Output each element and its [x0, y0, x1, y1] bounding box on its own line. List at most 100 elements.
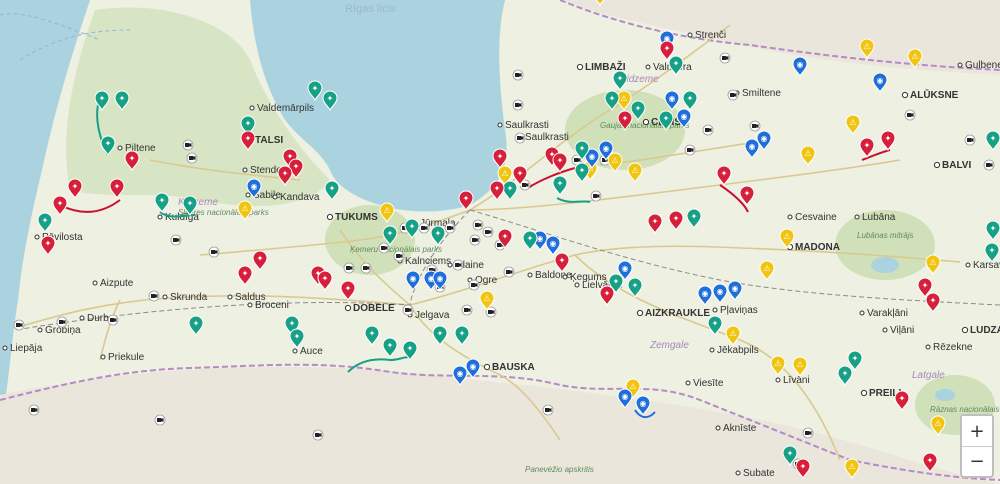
camera-icon[interactable] — [514, 132, 526, 144]
camera-icon[interactable] — [904, 109, 916, 121]
svg-text:◉: ◉ — [410, 274, 417, 283]
svg-text:✦: ✦ — [369, 329, 376, 338]
camera-icon[interactable] — [148, 290, 160, 302]
place-dot — [965, 262, 971, 268]
svg-text:✦: ✦ — [387, 229, 394, 238]
place-dot — [326, 213, 334, 221]
svg-text:✦: ✦ — [559, 256, 566, 265]
camera-icon[interactable] — [802, 427, 814, 439]
svg-text:✦: ✦ — [312, 84, 319, 93]
camera-icon[interactable] — [182, 139, 194, 151]
svg-text:⚠: ⚠ — [729, 329, 736, 338]
camera-icon[interactable] — [186, 152, 198, 164]
camera-icon[interactable] — [468, 279, 480, 291]
camera-icon[interactable] — [964, 134, 976, 146]
camera-icon[interactable] — [360, 262, 372, 274]
svg-text:⚠: ⚠ — [763, 264, 770, 273]
camera-icon[interactable] — [13, 319, 25, 331]
place-label: Gulbene — [965, 60, 1000, 71]
place-label: Aknīste — [723, 423, 757, 434]
svg-text:✦: ✦ — [42, 216, 49, 225]
place-label: Kandava — [280, 192, 320, 203]
place-label: Priekule — [108, 352, 145, 363]
svg-text:◉: ◉ — [717, 287, 724, 296]
svg-text:◉: ◉ — [251, 182, 258, 191]
camera-icon[interactable] — [727, 89, 739, 101]
camera-icon[interactable] — [719, 52, 731, 64]
svg-text:✦: ✦ — [721, 169, 728, 178]
camera-icon[interactable] — [312, 429, 324, 441]
zoom-out-button[interactable]: − — [962, 446, 992, 475]
place-label: DOBELE — [353, 303, 395, 314]
svg-text:✦: ✦ — [409, 222, 416, 231]
camera-icon[interactable] — [418, 222, 430, 234]
svg-text:◉: ◉ — [640, 399, 647, 408]
zoom-in-button[interactable]: + — [962, 416, 992, 446]
svg-text:✦: ✦ — [613, 277, 620, 286]
place-label: Liepāja — [10, 343, 43, 354]
svg-text:✦: ✦ — [787, 449, 794, 458]
svg-text:✦: ✦ — [927, 456, 934, 465]
camera-icon[interactable] — [542, 404, 554, 416]
place-label: Valdemārpils — [257, 103, 314, 114]
camera-icon[interactable] — [444, 222, 456, 234]
camera-icon[interactable] — [469, 234, 481, 246]
camera-icon[interactable] — [482, 226, 494, 238]
place-label: Rēzekne — [933, 342, 973, 353]
camera-icon[interactable] — [702, 124, 714, 136]
svg-text:⚠: ⚠ — [796, 360, 803, 369]
place-dot — [636, 309, 644, 317]
svg-text:✦: ✦ — [632, 281, 639, 290]
camera-icon[interactable] — [343, 262, 355, 274]
place-dot — [245, 192, 251, 198]
camera-icon[interactable] — [472, 219, 484, 231]
place-dot — [447, 262, 453, 268]
camera-icon[interactable] — [749, 120, 761, 132]
camera-icon[interactable] — [154, 414, 166, 426]
place-label: Subate — [743, 468, 775, 479]
svg-text:✦: ✦ — [387, 341, 394, 350]
svg-text:✦: ✦ — [407, 344, 414, 353]
camera-icon[interactable] — [452, 259, 464, 271]
svg-text:⚠: ⚠ — [934, 419, 941, 428]
map-canvas[interactable]: Rīgas līcis Kurzeme Vidzeme Zemgale Latg… — [0, 0, 1000, 484]
place-dot — [157, 214, 163, 220]
place-dot — [882, 327, 888, 333]
place-dot — [961, 326, 969, 334]
lake-razna — [935, 389, 955, 401]
place-dot — [685, 380, 691, 386]
svg-text:◉: ◉ — [437, 274, 444, 283]
camera-icon[interactable] — [107, 314, 119, 326]
place-label: Pļaviņas — [720, 305, 758, 316]
park-label-lubana: Lubānas mitrājs — [857, 231, 913, 240]
svg-text:✦: ✦ — [744, 189, 751, 198]
camera-icon[interactable] — [56, 316, 68, 328]
camera-icon[interactable] — [461, 304, 473, 316]
svg-text:⚠: ⚠ — [620, 94, 627, 103]
svg-text:✦: ✦ — [635, 104, 642, 113]
place-label: Saulkrasti — [525, 132, 569, 143]
camera-icon[interactable] — [28, 404, 40, 416]
camera-icon[interactable] — [684, 144, 696, 156]
camera-icon[interactable] — [512, 99, 524, 111]
camera-icon[interactable] — [402, 304, 414, 316]
camera-icon[interactable] — [503, 266, 515, 278]
svg-text:✦: ✦ — [187, 199, 194, 208]
svg-text:✦: ✦ — [463, 194, 470, 203]
svg-text:✦: ✦ — [691, 212, 698, 221]
camera-icon[interactable] — [590, 190, 602, 202]
svg-text:✦: ✦ — [930, 296, 937, 305]
place-dot — [735, 470, 741, 476]
camera-icon[interactable] — [393, 250, 405, 262]
camera-icon[interactable] — [512, 69, 524, 81]
camera-icon[interactable] — [208, 246, 220, 258]
svg-text:✦: ✦ — [245, 119, 252, 128]
camera-icon[interactable] — [983, 159, 995, 171]
camera-icon[interactable] — [170, 234, 182, 246]
camera-icon[interactable] — [378, 242, 390, 254]
svg-text:✦: ✦ — [257, 254, 264, 263]
sea-label: Rīgas līcis — [345, 3, 396, 15]
svg-text:✦: ✦ — [345, 284, 352, 293]
place-dot — [715, 425, 721, 431]
svg-text:◉: ◉ — [622, 264, 629, 273]
